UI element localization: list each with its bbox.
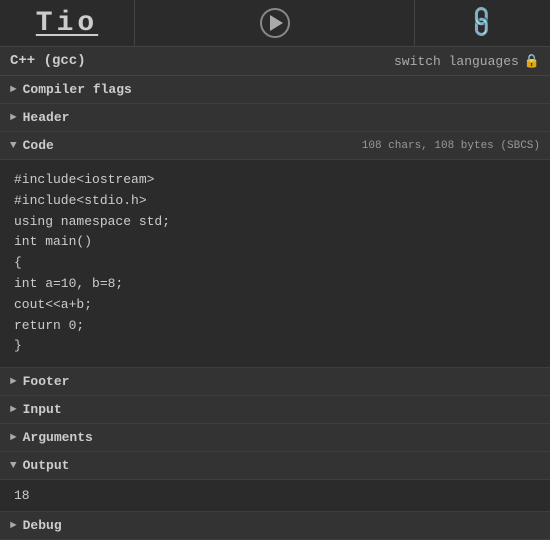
header-label: Header [23, 110, 70, 125]
arguments-section[interactable]: ► Arguments [0, 424, 550, 452]
top-bar: Tio 🔗 [0, 0, 550, 47]
compiler-flags-section[interactable]: ► Compiler flags [0, 76, 550, 104]
input-section[interactable]: ► Input [0, 396, 550, 424]
logo: Tio [36, 8, 98, 39]
arguments-label: Arguments [23, 430, 93, 445]
language-label: C++ (gcc) [10, 53, 86, 69]
compiler-flags-arrow: ► [10, 84, 17, 96]
debug-label: Debug [23, 518, 62, 533]
output-content: 18 [0, 480, 550, 512]
footer-section[interactable]: ► Footer [0, 368, 550, 396]
code-section: ▼ Code 108 chars, 108 bytes (SBCS) #incl… [0, 132, 550, 368]
compiler-flags-label: Compiler flags [23, 82, 132, 97]
code-section-header[interactable]: ▼ Code 108 chars, 108 bytes (SBCS) [0, 132, 550, 160]
logo-area: Tio [0, 0, 135, 46]
output-label: Output [23, 458, 70, 473]
output-section: ▼ Output 18 [0, 452, 550, 512]
run-button[interactable] [260, 8, 290, 38]
debug-arrow: ► [10, 520, 17, 532]
input-arrow: ► [10, 404, 17, 416]
switch-languages-label: switch languages [394, 54, 519, 69]
code-meta: 108 chars, 108 bytes (SBCS) [362, 140, 540, 152]
run-button-area[interactable] [135, 0, 415, 46]
header-section[interactable]: ► Header [0, 104, 550, 132]
lock-icon: 🔒 [524, 54, 540, 69]
footer-label: Footer [23, 374, 70, 389]
footer-arrow: ► [10, 376, 17, 388]
link-icon[interactable]: 🔗 [464, 4, 502, 42]
code-label: Code [23, 138, 54, 153]
input-label: Input [23, 402, 62, 417]
language-bar: C++ (gcc) switch languages 🔒 [0, 47, 550, 76]
play-icon [270, 15, 283, 31]
code-arrow: ▼ [10, 140, 17, 152]
output-section-header[interactable]: ▼ Output [0, 452, 550, 480]
switch-languages-button[interactable]: switch languages 🔒 [394, 54, 540, 69]
code-editor[interactable]: #include<iostream> #include<stdio.h> usi… [0, 160, 550, 367]
link-area[interactable]: 🔗 [415, 0, 550, 46]
header-arrow: ► [10, 112, 17, 124]
arguments-arrow: ► [10, 432, 17, 444]
output-arrow: ▼ [10, 460, 17, 472]
